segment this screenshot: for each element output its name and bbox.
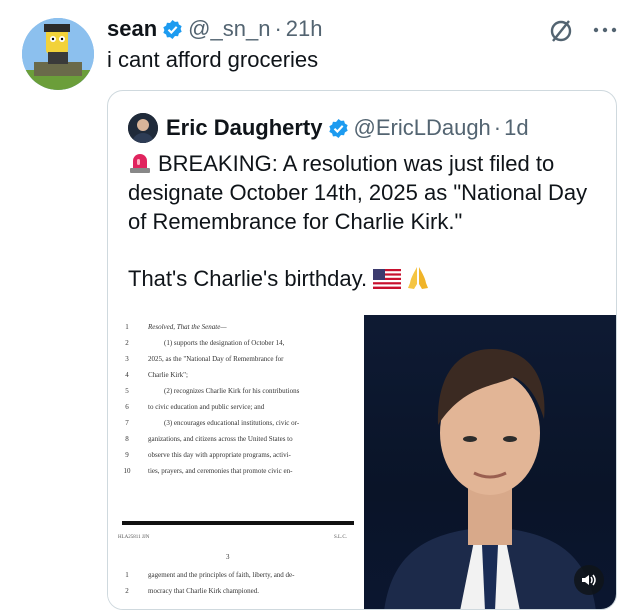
volume-on-icon[interactable] [574, 565, 604, 595]
document-line-text: gagement and the principles of faith, li… [148, 571, 295, 579]
document-page-number: 3 [226, 553, 230, 561]
document-footer-right: S.L.C. [334, 535, 347, 540]
muted-slash-icon[interactable] [548, 18, 574, 44]
document-line-text: 2025, as the "National Day of Remembranc… [148, 355, 284, 363]
document-line-text: (2) recognizes Charlie Kirk for his cont… [164, 387, 300, 395]
document-line-number: 1 [125, 323, 129, 331]
document-line-text: (1) supports the designation of October … [164, 339, 285, 347]
document-line-text: observe this day with appropriate progra… [148, 451, 291, 459]
tweet-header: sean @_sn_n · 21h [107, 16, 322, 42]
quoted-separator-dot: · [493, 115, 502, 140]
portrait-illustration [384, 349, 596, 609]
author-avatar[interactable] [22, 18, 94, 90]
document-line-number: 10 [123, 467, 131, 475]
document-footer-left: HLA25811 JJN [118, 535, 150, 540]
quoted-author-avatar[interactable] [128, 113, 158, 143]
document-line-number: 4 [125, 371, 129, 379]
document-line-number: 2 [125, 339, 129, 347]
timestamp[interactable]: 21h [286, 16, 323, 42]
document-line-text: Charlie Kirk"; [148, 371, 188, 379]
document-line-text: (3) encourages educational institutions,… [164, 419, 300, 427]
document-line-text: to civic education and public service; a… [148, 403, 265, 411]
author-handle[interactable]: @_sn_n [188, 16, 270, 42]
document-line-number: 6 [125, 403, 129, 411]
separator-dot: · [274, 16, 282, 41]
tweet-text: i cant afford groceries [107, 47, 319, 72]
document-line-number: 9 [125, 451, 129, 459]
birthday-text: That's Charlie's birthday. [128, 266, 368, 291]
document-line-number: 2 [125, 587, 129, 595]
quoted-tweet-header: Eric Daugherty @EricLDaugh · 1d [128, 113, 529, 143]
folded-hands-emoji-icon [408, 267, 429, 289]
document-line-text: ganizations, and citizens across the Uni… [148, 435, 293, 443]
quoted-tweet-text: BREAKING: A resolution was just filed to… [128, 149, 603, 293]
document-line-number: 5 [125, 387, 129, 395]
document-line-text: Resolved, That the Senate— [148, 323, 227, 331]
document-line-number: 3 [125, 355, 129, 363]
charlie-kirk-photo[interactable] [364, 315, 616, 609]
us-flag-emoji-icon [373, 269, 402, 289]
breaking-text: BREAKING: A resolution was just filed to… [128, 151, 588, 234]
document-line-text: mocracy that Charlie Kirk championed. [148, 587, 259, 595]
quoted-timestamp[interactable]: 1d [504, 115, 528, 141]
author-name[interactable]: sean [107, 16, 157, 42]
document-line-number: 8 [125, 435, 129, 443]
document-line-number: 1 [125, 571, 129, 579]
document-line-text: ties, prayers, and ceremonies that promo… [148, 467, 293, 475]
quoted-author-handle[interactable]: @EricLDaugh [354, 115, 491, 141]
verified-badge-icon [163, 19, 182, 39]
more-horizontal-icon[interactable] [592, 26, 618, 34]
quoted-tweet-card[interactable]: Eric Daugherty @EricLDaugh · 1d BREAKING… [107, 90, 617, 610]
quoted-author-name[interactable]: Eric Daugherty [166, 115, 323, 141]
quoted-paragraph-2: That's Charlie's birthday. [128, 264, 603, 293]
resolution-document-image[interactable]: HLA25811 JJN S.L.C. 3 1 Resolved, That th… [108, 315, 364, 609]
document-rule [122, 521, 354, 525]
siren-emoji-icon [130, 154, 150, 173]
quoted-paragraph-1: BREAKING: A resolution was just filed to… [128, 149, 603, 236]
document-line-number: 7 [125, 419, 129, 427]
quoted-verified-badge-icon [328, 118, 348, 138]
quoted-tweet-media: HLA25811 JJN S.L.C. 3 1 Resolved, That th… [108, 315, 616, 609]
